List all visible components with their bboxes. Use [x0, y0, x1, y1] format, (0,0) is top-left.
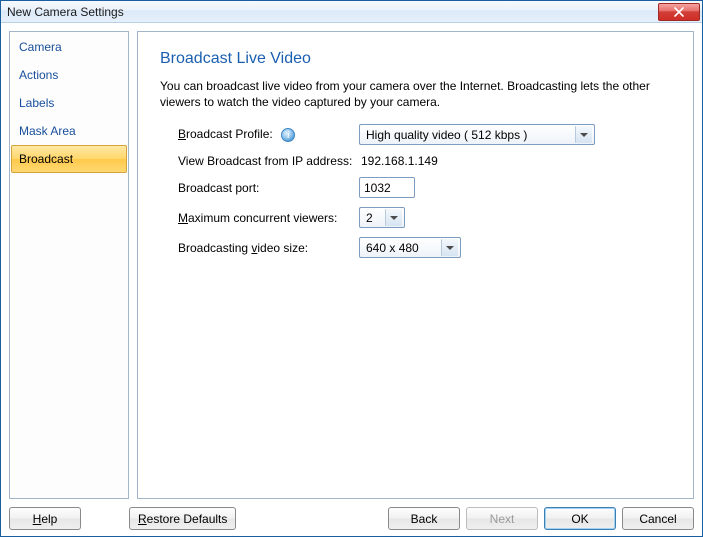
close-button[interactable]: [658, 3, 700, 21]
page-title: Broadcast Live Video: [160, 50, 671, 68]
chevron-down-icon: [390, 216, 398, 220]
help-button[interactable]: Help: [9, 507, 81, 530]
info-icon[interactable]: i: [281, 128, 295, 142]
sidebar-item-actions[interactable]: Actions: [11, 61, 127, 89]
video-size-dropdown[interactable]: 640 x 480: [359, 237, 461, 258]
close-icon: [674, 7, 684, 17]
page-description: You can broadcast live video from your c…: [160, 78, 671, 110]
sidebar-item-mask-area[interactable]: Mask Area: [11, 117, 127, 145]
ok-button[interactable]: OK: [544, 507, 616, 530]
sidebar-item-labels[interactable]: Labels: [11, 89, 127, 117]
sidebar-item-camera[interactable]: Camera: [11, 33, 127, 61]
max-viewers-dropdown[interactable]: 2: [359, 207, 405, 228]
broadcast-profile-label: Broadcast Profile: i: [178, 127, 353, 142]
dropdown-button: [575, 126, 592, 143]
client-area: Camera Actions Labels Mask Area Broadcas…: [1, 23, 702, 536]
dropdown-button: [441, 239, 458, 256]
cancel-button[interactable]: Cancel: [622, 507, 694, 530]
max-viewers-value: 2: [366, 211, 381, 225]
chevron-down-icon: [446, 246, 454, 250]
window-title: New Camera Settings: [7, 5, 124, 19]
ip-address-label: View Broadcast from IP address:: [178, 154, 353, 168]
next-button: Next: [466, 507, 538, 530]
titlebar: New Camera Settings: [1, 1, 702, 23]
settings-form: Broadcast Profile: i High quality video …: [178, 124, 671, 258]
sidebar: Camera Actions Labels Mask Area Broadcas…: [9, 31, 129, 499]
button-row: Help Restore Defaults Back Next OK Cance…: [9, 499, 694, 530]
ip-address-value: 192.168.1.149: [359, 154, 671, 168]
sidebar-item-broadcast[interactable]: Broadcast: [11, 145, 127, 173]
chevron-down-icon: [580, 133, 588, 137]
broadcast-port-input[interactable]: [359, 177, 415, 198]
broadcast-profile-dropdown[interactable]: High quality video ( 512 kbps ): [359, 124, 595, 145]
broadcast-profile-value: High quality video ( 512 kbps ): [366, 128, 571, 142]
max-viewers-label: Maximum concurrent viewers:: [178, 211, 353, 225]
restore-defaults-button[interactable]: Restore Defaults: [129, 507, 236, 530]
video-size-label: Broadcasting video size:: [178, 241, 353, 255]
dialog-window: New Camera Settings Camera Actions Label…: [0, 0, 703, 537]
content-row: Camera Actions Labels Mask Area Broadcas…: [9, 31, 694, 499]
back-button[interactable]: Back: [388, 507, 460, 530]
video-size-value: 640 x 480: [366, 241, 437, 255]
main-panel: Broadcast Live Video You can broadcast l…: [137, 31, 694, 499]
dropdown-button: [385, 209, 402, 226]
broadcast-port-label: Broadcast port:: [178, 181, 353, 195]
